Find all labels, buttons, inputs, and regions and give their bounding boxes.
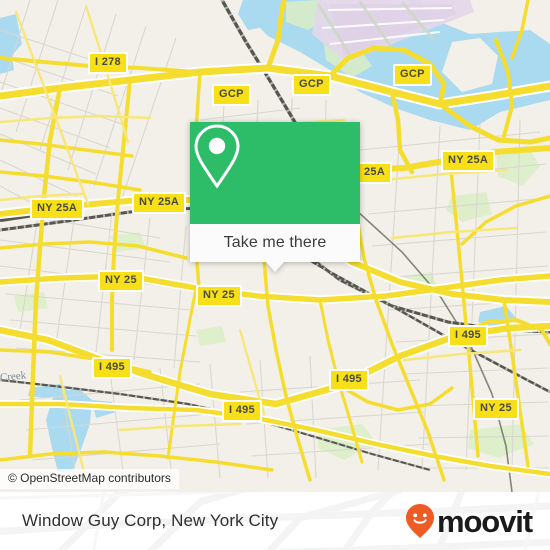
road-shield: I 495 [448,325,488,347]
road-shield: GCP [292,74,331,96]
take-me-there-button[interactable]: Take me there [190,224,360,272]
moovit-wordmark: moovit [436,503,533,539]
take-me-there-label: Take me there [223,234,327,251]
road-shield: NY 25 [473,398,519,420]
callout-pin-area [190,122,360,224]
footer-bar: Window Guy Corp, New York City moovit [0,492,550,550]
road-shield: GCP [393,64,432,86]
place-callout-card[interactable]: Take me there [190,122,360,272]
road-shield: 25A [357,162,393,184]
moovit-logo[interactable]: moovit [405,492,533,550]
moovit-place-map-screen: I 278 GCP GCP GCP NY 25A 25A NY 25A NY 25A NY 25… [0,0,550,550]
road-shield: NY 25 [196,285,242,307]
road-shield: I 278 [88,52,128,74]
place-title: Window Guy Corp, New York City [22,511,279,530]
road-shield: I 495 [222,400,262,422]
map-canvas[interactable]: I 278 GCP GCP GCP NY 25A 25A NY 25A NY 25A NY 25… [0,0,550,492]
road-shield: NY 25A [30,198,85,220]
moovit-pin-icon [405,504,434,538]
road-shield: I 495 [92,357,132,379]
osm-attribution[interactable]: © OpenStreetMap contributors [0,469,179,490]
road-shield: NY 25 [98,270,144,292]
road-shield: NY 25A [132,192,187,214]
road-shield: NY 25A [441,150,496,172]
callout-tail [265,261,285,272]
location-pin-icon [194,124,240,189]
road-shield: I 495 [329,369,369,391]
road-shield: GCP [212,84,251,106]
